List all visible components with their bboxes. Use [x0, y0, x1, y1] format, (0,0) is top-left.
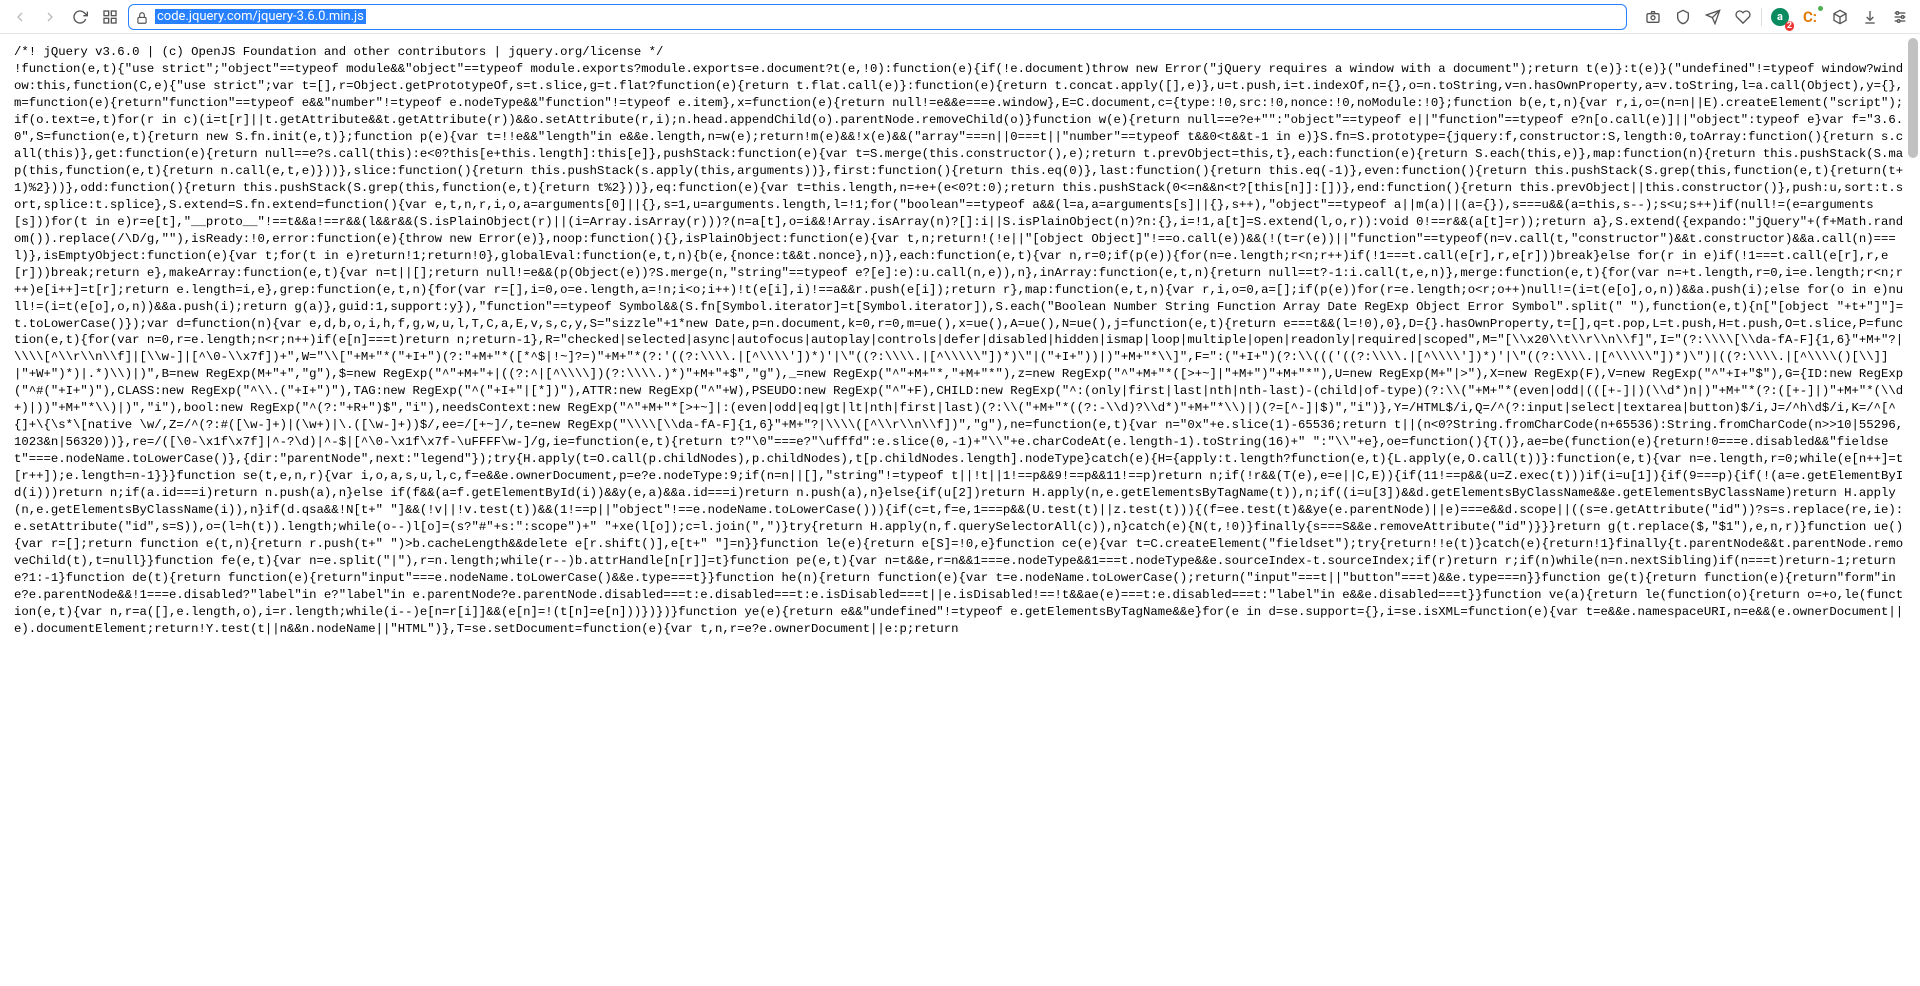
browser-toolbar: code.jquery.com/jquery-3.6.0.min.js a2 C…: [0, 0, 1920, 34]
source-code[interactable]: /*! jQuery v3.6.0 | (c) OpenJS Foundatio…: [0, 34, 1920, 648]
status-dot: [1818, 6, 1823, 11]
forward-button[interactable]: [38, 5, 62, 29]
extension-a[interactable]: a2: [1768, 5, 1792, 29]
apps-button[interactable]: [98, 5, 122, 29]
page-content: /*! jQuery v3.6.0 | (c) OpenJS Foundatio…: [0, 34, 1920, 986]
address-bar[interactable]: code.jquery.com/jquery-3.6.0.min.js: [128, 4, 1627, 30]
url-text: code.jquery.com/jquery-3.6.0.min.js: [155, 9, 366, 24]
extension-c[interactable]: C:: [1798, 5, 1822, 29]
cube-icon[interactable]: [1828, 5, 1852, 29]
toolbar-right: a2 C:: [1641, 5, 1912, 29]
back-button[interactable]: [8, 5, 32, 29]
send-button[interactable]: [1701, 5, 1725, 29]
separator: [1761, 8, 1762, 26]
screenshot-button[interactable]: [1641, 5, 1665, 29]
download-button[interactable]: [1858, 5, 1882, 29]
reload-button[interactable]: [68, 5, 92, 29]
favorite-button[interactable]: [1731, 5, 1755, 29]
settings-button[interactable]: [1888, 5, 1912, 29]
scrollbar-track[interactable]: [1908, 38, 1918, 982]
shield-icon[interactable]: [1671, 5, 1695, 29]
scrollbar-thumb[interactable]: [1908, 38, 1918, 158]
lock-icon: [135, 10, 149, 24]
